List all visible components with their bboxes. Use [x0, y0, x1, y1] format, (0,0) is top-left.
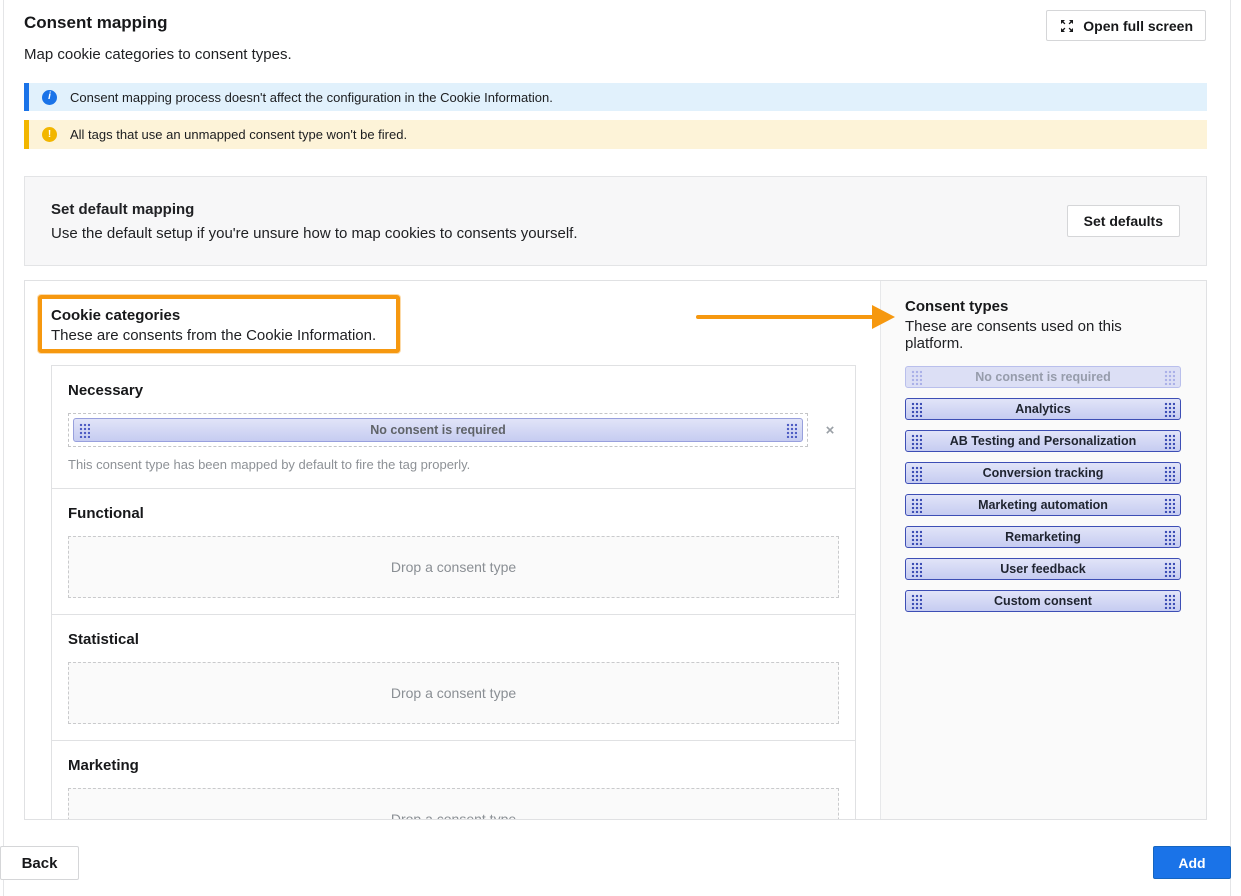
consent-mapping-panel: Cookie categories These are consents fro…: [24, 280, 1207, 820]
drag-handle-icon: [911, 370, 922, 385]
consent-type-label: Marketing automation: [978, 498, 1108, 512]
mapped-default-note: This consent type has been mapped by def…: [68, 457, 839, 472]
set-default-mapping-text: Set default mapping Use the default setu…: [51, 201, 578, 242]
category-title: Statistical: [68, 631, 839, 648]
drag-handle-icon[interactable]: [79, 423, 90, 438]
mapped-consent-row: No consent is required ×: [68, 413, 839, 447]
info-banner: i Consent mapping process doesn't affect…: [24, 83, 1207, 111]
drag-handle-icon[interactable]: [911, 498, 922, 513]
category-section-marketing: Marketing Drop a consent type: [52, 741, 855, 820]
warning-icon: !: [42, 127, 57, 142]
drag-handle-icon[interactable]: [1164, 498, 1175, 513]
drag-handle-icon[interactable]: [911, 594, 922, 609]
cookie-categories-header: Cookie categories These are consents fro…: [51, 307, 376, 344]
drag-handle-icon[interactable]: [911, 466, 922, 481]
info-banner-text: Consent mapping process doesn't affect t…: [70, 90, 553, 105]
drag-handle-icon[interactable]: [911, 434, 922, 449]
cookie-categories-column: Cookie categories These are consents fro…: [25, 281, 880, 819]
warning-banner: ! All tags that use an unmapped consent …: [24, 120, 1207, 149]
cookie-categories-subtitle: These are consents from the Cookie Infor…: [51, 327, 376, 344]
category-title: Functional: [68, 505, 839, 522]
consent-type-label: Analytics: [1015, 402, 1071, 416]
open-full-screen-button[interactable]: Open full screen: [1046, 10, 1206, 41]
drop-zone-statistical[interactable]: Drop a consent type: [68, 662, 839, 724]
orange-arrow-annotation: [696, 315, 874, 319]
consent-types-title: Consent types: [905, 298, 1181, 315]
drag-handle-icon[interactable]: [1164, 434, 1175, 449]
consent-type-pill-ab-testing[interactable]: AB Testing and Personalization: [905, 430, 1181, 452]
drop-zone-marketing[interactable]: Drop a consent type: [68, 788, 839, 820]
consent-type-pill-user-feedback[interactable]: User feedback: [905, 558, 1181, 580]
drag-handle-icon: [1164, 370, 1175, 385]
consent-type-pill-marketing-automation[interactable]: Marketing automation: [905, 494, 1181, 516]
consent-type-label: No consent is required: [975, 370, 1110, 384]
category-section-functional: Functional Drop a consent type: [52, 489, 855, 615]
cookie-categories-card: Necessary No consent is required × This …: [51, 365, 856, 820]
set-defaults-button[interactable]: Set defaults: [1067, 205, 1180, 237]
category-section-statistical: Statistical Drop a consent type: [52, 615, 855, 741]
set-default-mapping-panel: Set default mapping Use the default setu…: [24, 176, 1207, 266]
category-title: Necessary: [68, 382, 839, 399]
remove-mapping-close-icon[interactable]: ×: [821, 423, 839, 438]
drag-handle-icon[interactable]: [1164, 530, 1175, 545]
consent-type-pill-no-consent: No consent is required: [905, 366, 1181, 388]
back-button[interactable]: Back: [0, 846, 79, 880]
consent-type-label: Conversion tracking: [983, 466, 1104, 480]
warning-banner-text: All tags that use an unmapped consent ty…: [70, 127, 407, 142]
consent-type-pill-analytics[interactable]: Analytics: [905, 398, 1181, 420]
left-edge-divider: [3, 0, 4, 896]
consent-type-label: Remarketing: [1005, 530, 1081, 544]
page-title: Consent mapping: [24, 13, 168, 33]
drag-handle-icon[interactable]: [1164, 594, 1175, 609]
consent-type-label: Custom consent: [994, 594, 1092, 608]
category-title: Marketing: [68, 757, 839, 774]
drag-handle-icon[interactable]: [911, 402, 922, 417]
set-default-mapping-description: Use the default setup if you're unsure h…: [51, 225, 578, 242]
drop-zone-functional[interactable]: Drop a consent type: [68, 536, 839, 598]
mapped-consent-pill[interactable]: No consent is required: [73, 418, 803, 442]
mapped-drop-zone[interactable]: No consent is required: [68, 413, 808, 447]
drag-handle-icon[interactable]: [1164, 562, 1175, 577]
drag-handle-icon[interactable]: [911, 530, 922, 545]
consent-types-list: No consent is required Analytics AB Test…: [905, 366, 1181, 612]
consent-type-pill-conversion-tracking[interactable]: Conversion tracking: [905, 462, 1181, 484]
consent-types-subtitle: These are consents used on this platform…: [905, 318, 1181, 352]
cookie-categories-title: Cookie categories: [51, 307, 376, 324]
drag-handle-icon[interactable]: [1164, 402, 1175, 417]
add-button[interactable]: Add: [1153, 846, 1231, 879]
consent-type-label: User feedback: [1000, 562, 1085, 576]
page-subtitle: Map cookie categories to consent types.: [24, 46, 292, 63]
set-default-mapping-title: Set default mapping: [51, 201, 578, 218]
mapped-consent-label: No consent is required: [370, 423, 505, 437]
consent-types-column: Consent types These are consents used on…: [880, 281, 1206, 819]
consent-type-pill-remarketing[interactable]: Remarketing: [905, 526, 1181, 548]
consent-type-pill-custom-consent[interactable]: Custom consent: [905, 590, 1181, 612]
info-icon: i: [42, 90, 57, 105]
drag-handle-icon[interactable]: [786, 423, 797, 438]
drag-handle-icon[interactable]: [911, 562, 922, 577]
consent-type-label: AB Testing and Personalization: [950, 434, 1137, 448]
expand-icon: [1059, 18, 1075, 34]
right-edge-divider: [1230, 0, 1231, 896]
category-section-necessary: Necessary No consent is required × This …: [52, 366, 855, 489]
drag-handle-icon[interactable]: [1164, 466, 1175, 481]
consent-types-header: Consent types These are consents used on…: [905, 298, 1181, 352]
open-full-screen-label: Open full screen: [1083, 18, 1193, 34]
orange-arrow-head-icon: [872, 305, 895, 329]
